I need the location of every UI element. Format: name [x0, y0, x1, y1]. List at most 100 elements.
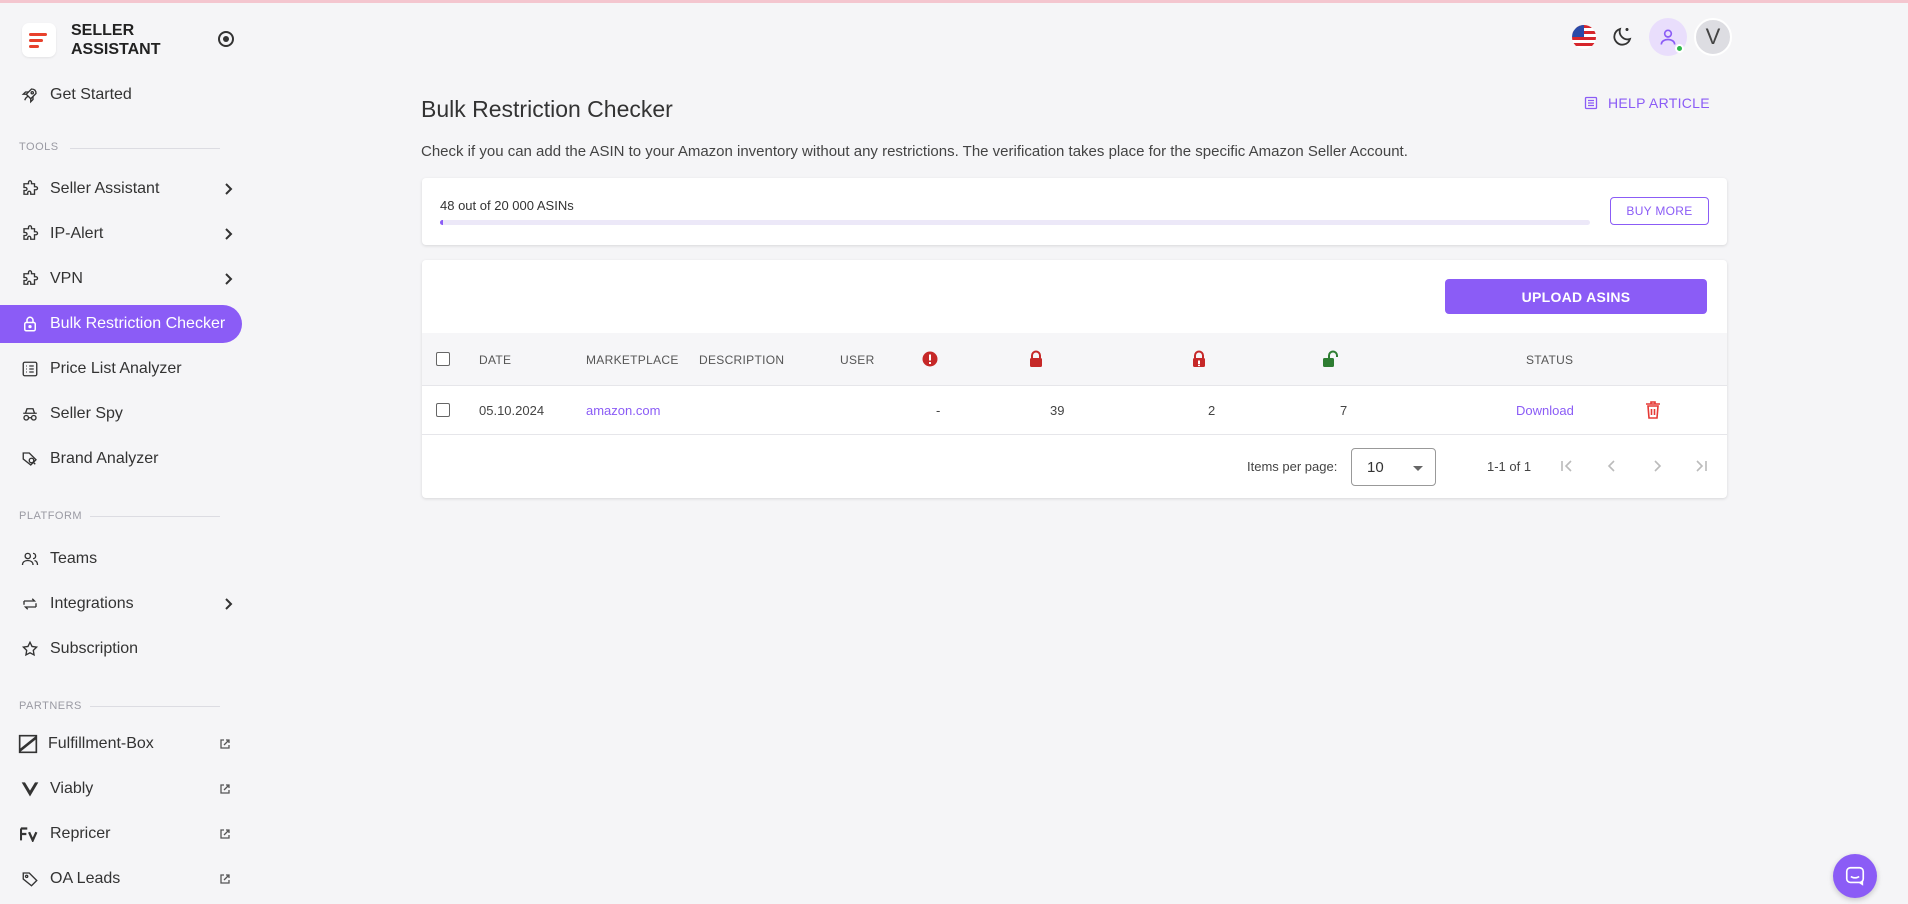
divider: [90, 516, 220, 517]
sidebar-item-viably[interactable]: Viably: [0, 770, 242, 808]
help-article-label: HELP ARTICLE: [1608, 95, 1710, 111]
avatar[interactable]: V: [1694, 18, 1732, 56]
help-article-link[interactable]: HELP ARTICLE: [1584, 95, 1710, 111]
user-icon: [1660, 29, 1676, 45]
repricer-logo-icon: [20, 824, 40, 844]
top-accent-line: [0, 0, 1908, 3]
items-per-page-value: 10: [1367, 459, 1384, 476]
last-page-icon[interactable]: [1692, 457, 1710, 475]
list-icon: [20, 359, 40, 379]
row-checkbox[interactable]: [436, 403, 450, 417]
external-link-icon: [220, 739, 230, 749]
moon-icon[interactable]: [1610, 25, 1634, 49]
sidebar-item-label: Seller Assistant: [50, 180, 160, 197]
sidebar-item-repricer[interactable]: Repricer: [0, 815, 242, 853]
sidebar-item-bulk-restriction-checker[interactable]: Bulk Restriction Checker: [0, 305, 242, 343]
table-header: DATE MARKETPLACE DESCRIPTION USER STATUS: [422, 333, 1727, 386]
chevron-right-icon: [225, 183, 233, 195]
chat-icon: [1845, 866, 1865, 886]
lock-icon: [1030, 350, 1042, 367]
sidebar-item-label: Repricer: [50, 825, 111, 842]
sidebar-item-label: IP-Alert: [50, 225, 104, 242]
sidebar-item-vpn[interactable]: VPN: [0, 260, 242, 298]
items-per-page-label: Items per page:: [1247, 459, 1338, 474]
unlock-icon: [1323, 350, 1338, 367]
table-row: 05.10.2024 amazon.com - 39 2 7 Download: [422, 386, 1727, 435]
brand-logo-icon: [22, 23, 56, 57]
puzzle-icon: [20, 224, 40, 244]
brand-name: SELLER ASSISTANT: [71, 22, 161, 58]
delete-icon[interactable]: [1645, 400, 1661, 420]
header-actions: V: [1572, 18, 1732, 56]
quota-card: 48 out of 20 000 ASINs BUY MORE: [422, 178, 1727, 245]
column-status: STATUS: [1526, 353, 1574, 367]
sidebar-item-seller-spy[interactable]: Seller Spy: [0, 395, 242, 433]
cell-marketplace-link[interactable]: amazon.com: [586, 403, 660, 418]
page-description: Check if you can add the ASIN to your Am…: [421, 143, 1408, 160]
download-link[interactable]: Download: [1516, 403, 1574, 418]
sidebar-item-label: Fulfillment-Box: [48, 735, 154, 752]
sidebar-item-brand-analyzer[interactable]: Brand Analyzer: [0, 440, 242, 478]
cell-approval-required: 2: [1208, 403, 1216, 418]
spy-icon: [20, 404, 40, 424]
chat-support-button[interactable]: [1833, 854, 1877, 898]
sidebar: SELLER ASSISTANT Get Started TOOLS Selle…: [0, 3, 250, 904]
chevron-right-icon: [225, 228, 233, 240]
column-date: DATE: [479, 353, 512, 367]
chevron-right-icon: [225, 598, 233, 610]
pin-sidebar-icon[interactable]: [218, 31, 234, 47]
sidebar-item-label: OA Leads: [50, 870, 121, 887]
page-title: Bulk Restriction Checker: [421, 96, 673, 122]
fulfillment-box-logo-icon: [18, 734, 38, 754]
pagination: Items per page: 10 1-1 of 1: [422, 435, 1727, 498]
results-table-card: UPLOAD ASINS DATE MARKETPLACE DESCRIPTIO…: [422, 260, 1727, 498]
sidebar-item-integrations[interactable]: Integrations: [0, 585, 242, 623]
next-page-icon[interactable]: [1648, 457, 1666, 475]
tag-icon: [20, 869, 40, 889]
star-icon: [20, 639, 40, 659]
buy-more-button[interactable]: BUY MORE: [1610, 197, 1709, 225]
section-tools: TOOLS: [19, 141, 59, 153]
chevron-down-icon: [1413, 466, 1423, 471]
divider: [90, 706, 220, 707]
sidebar-item-oa-leads[interactable]: OA Leads: [0, 860, 242, 898]
sidebar-item-label: Teams: [50, 550, 98, 567]
sidebar-item-label: Get Started: [50, 86, 132, 103]
error-icon: [922, 351, 938, 367]
sidebar-item-get-started[interactable]: Get Started: [0, 76, 242, 114]
divider: [70, 148, 220, 149]
section-partners: PARTNERS: [19, 700, 82, 712]
section-platform: PLATFORM: [19, 510, 83, 522]
first-page-icon[interactable]: [1558, 457, 1576, 475]
quota-progress-fill: [440, 220, 444, 225]
puzzle-icon: [20, 179, 40, 199]
previous-page-icon[interactable]: [1603, 457, 1621, 475]
people-icon: [20, 549, 40, 569]
sidebar-item-label: Integrations: [50, 595, 134, 612]
sidebar-item-fulfillment-box[interactable]: Fulfillment-Box: [0, 725, 242, 763]
upload-asins-button[interactable]: UPLOAD ASINS: [1445, 279, 1707, 314]
cell-allowed: 7: [1340, 403, 1348, 418]
column-user: USER: [840, 353, 875, 367]
sidebar-item-subscription[interactable]: Subscription: [0, 630, 242, 668]
sidebar-item-price-list-analyzer[interactable]: Price List Analyzer: [0, 350, 242, 388]
select-all-checkbox[interactable]: [436, 352, 450, 366]
external-link-icon: [220, 784, 230, 794]
sidebar-item-seller-assistant[interactable]: Seller Assistant: [0, 170, 242, 208]
external-link-icon: [220, 829, 230, 839]
cell-errors: -: [936, 403, 941, 418]
sidebar-item-ip-alert[interactable]: IP-Alert: [0, 215, 242, 253]
external-link-icon: [220, 874, 230, 884]
us-flag-icon[interactable]: [1572, 25, 1596, 49]
viably-logo-icon: [20, 779, 40, 799]
user-account-button[interactable]: [1649, 18, 1687, 56]
sidebar-item-label: Brand Analyzer: [50, 450, 159, 467]
chevron-right-icon: [225, 273, 233, 285]
cell-restricted: 39: [1050, 403, 1065, 418]
items-per-page-select[interactable]: 10: [1351, 448, 1436, 486]
sidebar-item-label: Subscription: [50, 640, 139, 657]
brand[interactable]: SELLER ASSISTANT: [22, 21, 181, 59]
sidebar-item-teams[interactable]: Teams: [0, 540, 242, 578]
online-status-dot: [1675, 44, 1684, 53]
swap-icon: [20, 594, 40, 614]
